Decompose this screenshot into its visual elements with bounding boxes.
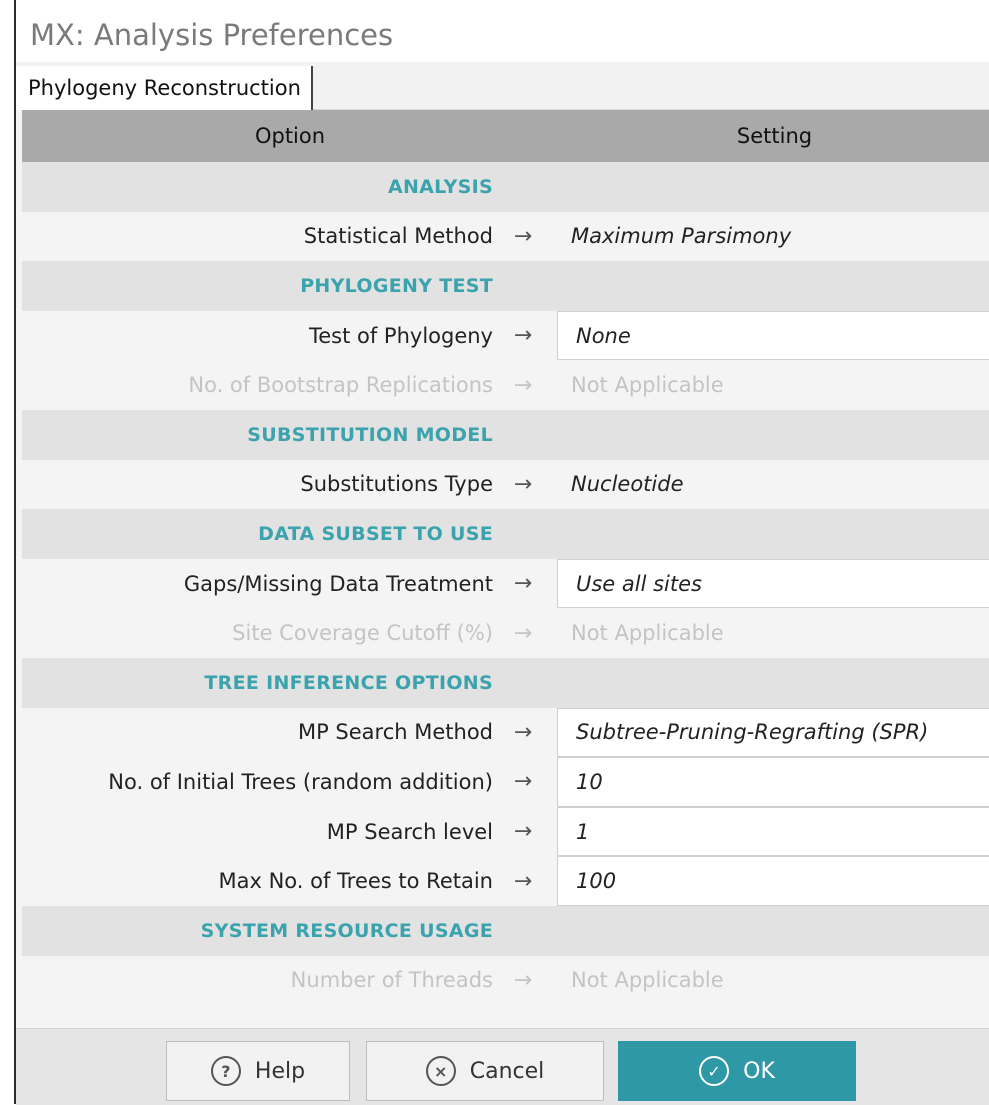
analysis-preferences-window: MX: Analysis Preferences Phylogeny Recon… [14, 0, 989, 1105]
preferences-grid: Option Setting ANALYSIS Statistical Metho… [22, 110, 989, 1006]
setting-field[interactable]: None [557, 310, 989, 361]
option-row: Number of Threads → Not Applicable [22, 955, 989, 1006]
section-header: PHYLOGENY TEST [22, 261, 989, 311]
section-header: TREE INFERENCE OPTIONS [22, 657, 989, 708]
option-row: Statistical Method → Maximum Parsimony [22, 211, 989, 262]
option-row: MP Search level → 1 [22, 806, 989, 857]
option-row: MP Search Method → Subtree-Pruning-Regraft… [22, 707, 989, 758]
setting-value: Not Applicable [571, 373, 724, 398]
setting-field[interactable]: Subtree-Pruning-Regrafting (SPR) [557, 707, 989, 758]
ok-button-label: OK [743, 1058, 775, 1084]
option-label: Max No. of Trees to Retain [218, 869, 494, 894]
cancel-button[interactable]: × Cancel [366, 1041, 604, 1101]
option-label: Gaps/Missing Data Treatment [183, 571, 493, 596]
section-title: DATA SUBSET TO USE [258, 522, 493, 545]
help-button[interactable]: ? Help [166, 1041, 350, 1101]
setting-field[interactable]: 10 [557, 757, 989, 807]
cancel-icon: × [425, 1056, 456, 1086]
arrow-icon: → [513, 719, 533, 745]
setting-field[interactable]: 100 [557, 856, 989, 906]
option-label: Statistical Method [303, 224, 493, 249]
help-button-label: Help [254, 1058, 306, 1084]
ok-button[interactable]: ✓ OK [618, 1041, 856, 1101]
option-row: Test of Phylogeny → None [22, 310, 989, 361]
option-label: No. of Initial Trees (random addition) [108, 769, 493, 794]
option-label: Number of Threads [290, 968, 493, 993]
arrow-icon: → [513, 223, 533, 249]
option-row: Site Coverage Cutoff (%) → Not Applicable [22, 608, 989, 658]
arrow-icon: → [513, 571, 533, 597]
arrow-icon: → [513, 819, 533, 845]
section-title: ANALYSIS [387, 175, 493, 198]
section-header: ANALYSIS [22, 162, 989, 212]
section-title: PHYLOGENY TEST [300, 274, 493, 297]
setting-field[interactable]: Use all sites [557, 558, 989, 609]
cancel-button-label: Cancel [469, 1058, 545, 1084]
arrow-icon: → [513, 967, 533, 993]
option-label: MP Search Method [297, 720, 493, 745]
section-header: DATA SUBSET TO USE [22, 509, 989, 559]
setting-value: Not Applicable [571, 968, 724, 993]
option-row: Max No. of Trees to Retain → 100 [22, 856, 989, 906]
arrow-icon: → [513, 372, 533, 398]
setting-value: Nucleotide [571, 472, 684, 497]
ok-check-icon: ✓ [699, 1056, 730, 1086]
option-row: No. of Bootstrap Replications → Not Applic… [22, 360, 989, 410]
setting-field[interactable]: 1 [557, 806, 989, 857]
grid-header: Option Setting [22, 110, 989, 162]
tab-bar: Phylogeny Reconstruction [16, 62, 989, 110]
window-title: MX: Analysis Preferences [16, 0, 989, 62]
section-title: TREE INFERENCE OPTIONS [204, 671, 493, 694]
arrow-icon: → [513, 868, 533, 894]
section-title: SYSTEM RESOURCE USAGE [200, 919, 493, 942]
section-header: SUBSTITUTION MODEL [22, 409, 989, 460]
option-label: MP Search level [326, 819, 493, 844]
arrow-icon: → [513, 769, 533, 795]
option-label: Test of Phylogeny [308, 323, 493, 348]
arrow-icon: → [513, 620, 533, 646]
option-row: Gaps/Missing Data Treatment → Use all site… [22, 558, 989, 609]
option-label: No. of Bootstrap Replications [188, 373, 493, 398]
setting-value: Not Applicable [571, 621, 724, 646]
help-icon: ? [210, 1056, 241, 1086]
column-header-setting: Setting [736, 124, 813, 148]
column-header-option: Option [254, 124, 326, 148]
section-title: SUBSTITUTION MODEL [247, 423, 493, 446]
option-label: Substitutions Type [300, 472, 493, 497]
grid-rows: ANALYSIS Statistical Method → Maximum Parsi… [22, 162, 989, 1006]
option-label: Site Coverage Cutoff (%) [232, 621, 493, 646]
arrow-icon: → [513, 323, 533, 349]
section-header: SYSTEM RESOURCE USAGE [22, 905, 989, 956]
setting-value: Maximum Parsimony [571, 224, 792, 249]
dialog-footer: ? Help × Cancel ✓ OK [16, 1028, 989, 1105]
tab-phylogeny-reconstruction[interactable]: Phylogeny Reconstruction [16, 66, 313, 110]
option-row: No. of Initial Trees (random addition) → 1… [22, 757, 989, 807]
option-row: Substitutions Type → Nucleotide [22, 459, 989, 510]
arrow-icon: → [513, 471, 533, 497]
